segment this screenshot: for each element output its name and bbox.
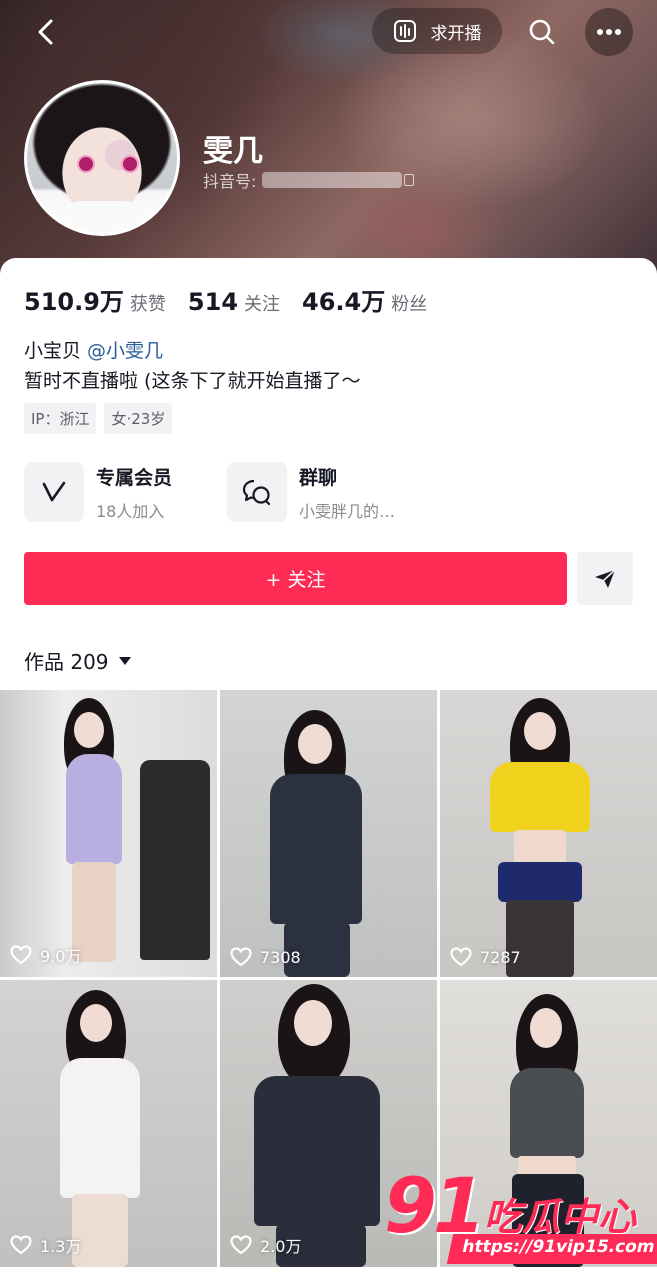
video-likes-count: 1.3万	[40, 1237, 82, 1256]
back-button[interactable]	[26, 12, 66, 52]
video-likes-count: 7287	[480, 947, 521, 967]
video-thumbnail[interactable]: 7308	[220, 690, 437, 977]
vip-v-icon	[42, 481, 66, 502]
heart-outline-icon	[10, 1235, 32, 1255]
profile-nickname: 雯几	[203, 134, 263, 169]
avatar-shirt	[53, 201, 153, 233]
stat-label: 关注	[244, 294, 281, 315]
heart-outline-icon	[10, 945, 32, 965]
works-tab[interactable]: 作品 209	[24, 646, 131, 675]
stat-following[interactable]: 514 关注	[188, 288, 280, 316]
profile-stats: 510.9万 获赞 514 关注 46.4万 粉丝	[24, 282, 449, 317]
stat-likes[interactable]: 510.9万 获赞	[24, 282, 166, 317]
watermark-url: https://91vip15.com	[446, 1234, 657, 1264]
group-subtitle: 小雯胖几的…	[299, 501, 396, 521]
video-thumbnail[interactable]: 9.0万	[0, 690, 217, 977]
figure-tank-top	[510, 1068, 584, 1158]
video-likes: 2.0万	[230, 1233, 301, 1257]
heart-outline-icon	[230, 1235, 252, 1255]
ip-location-tag: IP：浙江	[24, 403, 97, 434]
bio-mention-link[interactable]: @小雯几	[87, 340, 163, 362]
gender-age-tag: 女·23岁	[104, 403, 173, 434]
bio-line-2: 暂时不直播啦 (这条下了就开始直播了～	[24, 370, 361, 392]
video-likes: 7287	[450, 947, 521, 967]
bio-text: 小宝贝	[24, 340, 82, 362]
stat-value: 514	[187, 288, 239, 316]
chat-bubbles-icon	[242, 479, 271, 506]
chevron-left-icon	[38, 19, 53, 45]
share-button[interactable]	[577, 552, 633, 605]
works-tab-label: 作品 209	[24, 650, 109, 674]
watermark-text: 吃瓜中心	[484, 1195, 637, 1239]
vip-icon-box	[24, 462, 84, 522]
video-likes: 9.0万	[10, 943, 81, 967]
vip-subtitle: 18人加入	[96, 501, 165, 521]
copy-icon[interactable]	[404, 174, 415, 186]
video-grid: 9.0万 7308 7287 1.3万 2.0万	[0, 690, 657, 1267]
avatar-eye-left	[79, 157, 93, 171]
stat-label: 获赞	[129, 294, 166, 315]
video-thumbnail[interactable]: 7287	[440, 690, 657, 977]
video-thumbnail[interactable]: 1.3万	[0, 980, 217, 1267]
vip-title: 专属会员	[96, 466, 173, 489]
watermark: 91 吃瓜中心 https://91vip15.com	[384, 1161, 657, 1264]
figure-bodysuit	[254, 1076, 380, 1226]
video-likes: 1.3万	[10, 1233, 81, 1257]
video-likes: 7308	[230, 947, 301, 967]
profile-tags: IP：浙江 女·23岁	[24, 403, 173, 434]
request-live-button[interactable]: 求开播	[372, 8, 502, 54]
figure-face	[74, 712, 104, 748]
video-likes-count: 9.0万	[40, 947, 82, 966]
avatar[interactable]	[24, 80, 180, 236]
heart-outline-icon	[450, 947, 472, 967]
douyin-id-label: 抖音号:	[203, 172, 257, 191]
video-likes-count: 2.0万	[260, 1237, 302, 1256]
group-icon-box	[227, 462, 287, 522]
figure-face	[80, 1004, 112, 1042]
live-chart-icon	[393, 20, 416, 42]
follow-button[interactable]: + 关注	[24, 552, 567, 605]
figure-jersey	[490, 762, 590, 832]
figure-white-dress	[60, 1058, 140, 1198]
gaming-chair	[140, 760, 210, 960]
figure-midriff	[514, 830, 566, 866]
profile-sheet: 510.9万 获赞 514 关注 46.4万 粉丝 小宝贝 @小雯几 暂时不直播啦…	[0, 258, 657, 1280]
douyin-id[interactable]: 抖音号:	[203, 168, 415, 192]
stat-followers[interactable]: 46.4万 粉丝	[302, 282, 427, 317]
search-button[interactable]	[520, 10, 564, 54]
figure-bodysuit	[270, 774, 362, 924]
search-icon	[529, 19, 555, 45]
watermark-number: 91	[384, 1161, 486, 1250]
vip-membership-entry[interactable]: 专属会员 18人加入	[24, 462, 172, 522]
stat-value: 46.4万	[302, 288, 386, 316]
send-icon	[595, 568, 616, 588]
figure-dress	[66, 754, 122, 864]
stat-value: 510.9万	[24, 288, 124, 316]
caret-down-icon	[118, 656, 131, 665]
group-chat-entry[interactable]: 群聊 小雯胖几的…	[227, 462, 395, 522]
figure-shorts	[498, 862, 582, 902]
more-button[interactable]	[585, 8, 633, 56]
group-title: 群聊	[299, 466, 338, 489]
video-likes-count: 7308	[260, 947, 301, 967]
stat-label: 粉丝	[391, 294, 428, 315]
figure-face	[298, 724, 332, 764]
figure-face	[294, 1000, 332, 1046]
figure-face	[530, 1008, 562, 1048]
bio-line-1: 小宝贝 @小雯几	[24, 336, 163, 363]
figure-face	[524, 712, 556, 750]
heart-outline-icon	[230, 947, 252, 967]
more-dots-icon	[597, 29, 621, 35]
douyin-id-redacted	[262, 172, 403, 188]
avatar-eye-right	[123, 157, 137, 171]
figure-midriff	[518, 1156, 576, 1176]
request-live-label: 求开播	[430, 23, 482, 44]
